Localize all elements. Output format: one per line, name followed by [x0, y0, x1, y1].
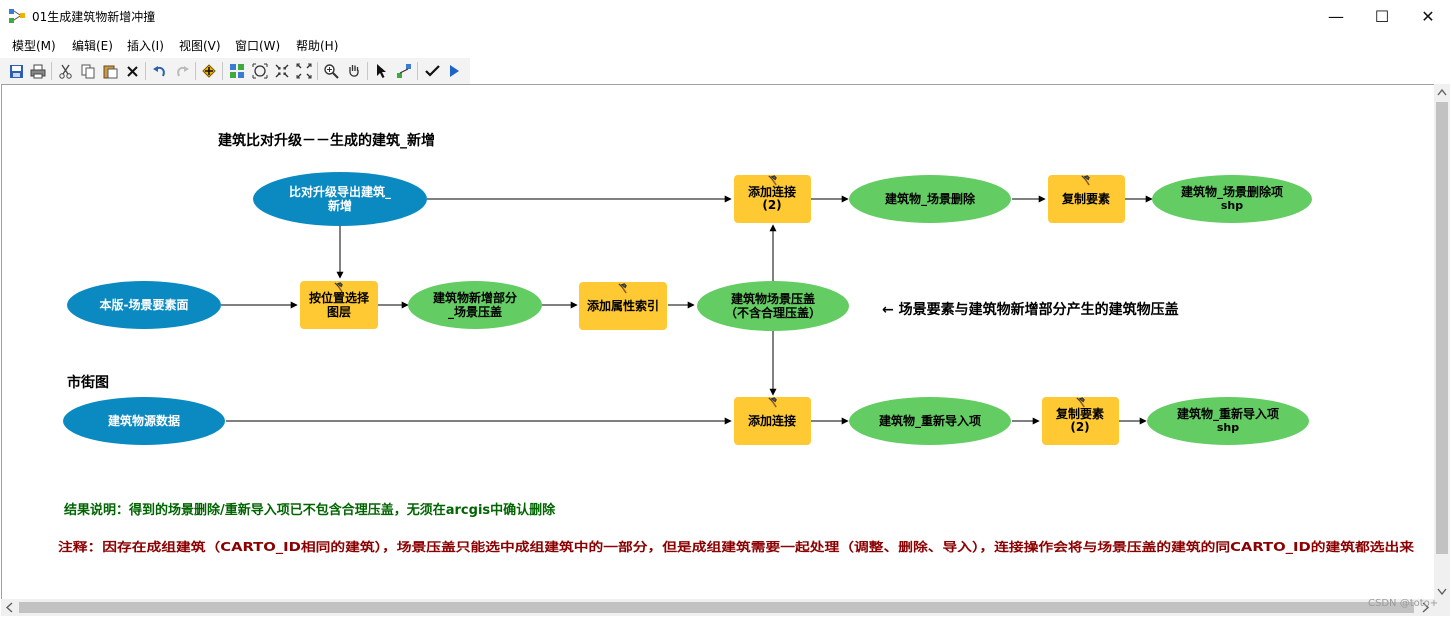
menu-bar: 模型(M) 编辑(E) 插入(I) 视图(V) 窗口(W) 帮助(H)	[0, 34, 1451, 56]
node-export-building-new[interactable]: 比对升级导出建筑_ 新增	[253, 172, 427, 226]
toolbar	[0, 58, 470, 84]
vertical-scrollbar[interactable]	[1434, 84, 1450, 599]
menu-help[interactable]: 帮助(H)	[296, 37, 338, 54]
node-building-scene-delete[interactable]: 建筑物_场景删除	[849, 175, 1011, 223]
scroll-up-icon[interactable]	[1437, 88, 1447, 96]
menu-insert[interactable]: 插入(I)	[127, 37, 164, 54]
menu-edit[interactable]: 编辑(E)	[72, 37, 113, 54]
node-label: (2)	[1070, 420, 1089, 434]
copy-icon[interactable]	[79, 62, 97, 80]
tool-add-join[interactable]: 添加连接	[734, 397, 811, 445]
minimize-button[interactable]: —	[1313, 0, 1359, 32]
zoom-out-fixed-icon[interactable]	[295, 62, 313, 80]
node-label: 复制要素	[1061, 191, 1110, 206]
zoom-in-icon[interactable]	[322, 62, 340, 80]
menu-model[interactable]: 模型(M)	[12, 37, 56, 54]
node-label: 添加属性索引	[587, 298, 659, 313]
model-app-icon	[9, 9, 25, 23]
node-building-reimport-shp[interactable]: 建筑物_重新导入项 shp	[1147, 397, 1309, 445]
horizontal-scroll-thumb[interactable]	[19, 602, 1414, 613]
scroll-down-icon[interactable]	[1437, 588, 1447, 596]
model-diagram: 建筑比对升级－－生成的建筑_新增 市街图 ← 场景要素与建筑物新增部分产生的建筑…	[58, 132, 1415, 555]
node-label: 按位置选择	[309, 290, 370, 305]
node-label: 添加连接	[748, 184, 796, 199]
title-bar: 01生成建筑物新增冲撞 — ☐ ✕	[0, 0, 1451, 32]
node-label: 比对升级导出建筑_	[289, 184, 391, 200]
tool-select-by-location[interactable]: 按位置选择 图层	[300, 281, 378, 329]
node-building-reimport[interactable]: 建筑物_重新导入项	[849, 397, 1011, 445]
save-icon[interactable]	[7, 62, 25, 80]
tool-add-join-2[interactable]: 添加连接 (2)	[734, 175, 811, 223]
zoom-in-fixed-icon[interactable]	[273, 62, 291, 80]
undo-icon[interactable]	[150, 62, 168, 80]
menu-view[interactable]: 视图(V)	[179, 37, 221, 54]
tool-copy-features-2[interactable]: 复制要素 (2)	[1042, 397, 1119, 445]
node-label: 复制要素	[1055, 406, 1104, 421]
overlap-annotation: ← 场景要素与建筑物新增部分产生的建筑物压盖	[882, 301, 1179, 318]
node-building-source-data[interactable]: 建筑物源数据	[63, 397, 225, 445]
validate-icon[interactable]	[423, 62, 441, 80]
window-title: 01生成建筑物新增冲撞	[32, 10, 156, 24]
node-label: 建筑物新增部分	[432, 290, 517, 305]
vertical-scroll-thumb[interactable]	[1436, 102, 1448, 554]
diagram-title: 建筑比对升级－－生成的建筑_新增	[218, 132, 435, 149]
node-label: 建筑物_重新导入项	[1176, 406, 1279, 422]
run-icon[interactable]	[445, 62, 463, 80]
node-building-scene-overlap[interactable]: 建筑物场景压盖 （不含合理压盖）	[697, 281, 849, 331]
auto-layout-icon[interactable]	[228, 62, 246, 80]
node-label: 建筑物场景压盖	[730, 291, 815, 306]
node-label: 建筑物_场景删除	[884, 191, 976, 207]
close-button[interactable]: ✕	[1405, 0, 1451, 32]
connect-icon[interactable]	[395, 62, 413, 80]
select-icon[interactable]	[373, 62, 391, 80]
horizontal-scrollbar[interactable]	[1, 599, 1434, 616]
node-scene-feature-polygon[interactable]: 本版-场景要素面	[67, 281, 221, 329]
node-building-scene-delete-shp[interactable]: 建筑物_场景删除项 shp	[1152, 175, 1312, 223]
tool-add-attribute-index[interactable]: 添加属性索引	[579, 282, 667, 330]
node-label: (2)	[762, 198, 781, 212]
menu-window[interactable]: 窗口(W)	[235, 37, 280, 54]
node-label: shp	[1221, 199, 1243, 212]
node-label: 建筑物_重新导入项	[878, 413, 981, 429]
redo-icon[interactable]	[173, 62, 191, 80]
node-label: shp	[1217, 421, 1239, 434]
node-label: 本版-场景要素面	[100, 297, 189, 312]
watermark: CSDN @toto+	[1368, 598, 1439, 609]
node-label: _场景压盖	[448, 304, 502, 320]
close-icon: ✕	[1421, 6, 1435, 26]
maximize-button[interactable]: ☐	[1359, 0, 1405, 32]
node-label: 建筑物源数据	[107, 413, 180, 428]
maximize-icon: ☐	[1374, 6, 1390, 26]
pan-icon[interactable]	[345, 62, 363, 80]
tool-copy-features[interactable]: 复制要素	[1048, 175, 1125, 223]
print-icon[interactable]	[29, 62, 47, 80]
section-label: 市街图	[67, 374, 109, 391]
remark-note: 注释：因存在成组建筑（CARTO_ID相同的建筑），场景压盖只能选中成组建筑中的…	[58, 539, 1415, 555]
node-label: 新增	[328, 198, 352, 213]
cut-icon[interactable]	[56, 62, 74, 80]
node-label: 建筑物_场景删除项	[1180, 184, 1283, 200]
scroll-left-icon[interactable]	[5, 602, 13, 613]
paste-icon[interactable]	[101, 62, 119, 80]
node-label: 图层	[327, 305, 351, 319]
delete-icon[interactable]	[123, 62, 141, 80]
result-note: 结果说明：得到的场景删除/重新导入项已不包含合理压盖，无须在arcgis中确认删…	[64, 502, 556, 518]
node-label: （不含合理压盖）	[725, 305, 821, 320]
node-label: 添加连接	[748, 413, 796, 428]
minimize-icon: —	[1328, 6, 1344, 26]
model-canvas[interactable]: 建筑比对升级－－生成的建筑_新增 市街图 ← 场景要素与建筑物新增部分产生的建筑…	[1, 84, 1434, 599]
node-building-new-part-scene-overlap[interactable]: 建筑物新增部分 _场景压盖	[408, 281, 542, 329]
full-extent-icon[interactable]	[251, 62, 269, 80]
add-data-icon[interactable]	[200, 62, 218, 80]
